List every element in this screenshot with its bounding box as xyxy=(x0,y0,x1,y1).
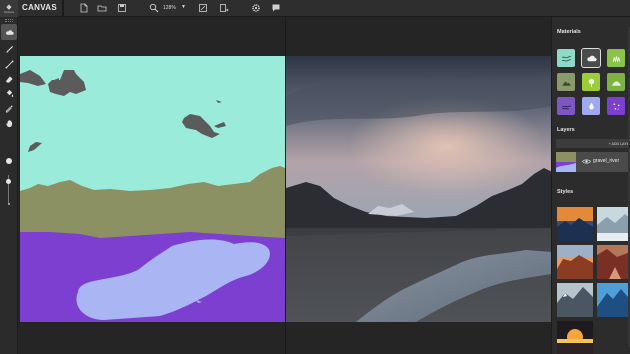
style-thumbnail-sunset-lake[interactable] xyxy=(557,207,593,241)
tool-sidebar xyxy=(0,17,18,354)
brush-min-size-indicator xyxy=(8,203,10,205)
materials-cloud-icon[interactable] xyxy=(1,24,17,40)
pan-hand-icon[interactable] xyxy=(3,117,15,129)
style-thumbnail-desert-rocks[interactable] xyxy=(557,245,593,279)
add-layer-button[interactable]: + ADD LAYE xyxy=(556,139,630,148)
export-icon[interactable] xyxy=(218,2,230,14)
generated-image-canvas xyxy=(286,56,552,322)
hill-icon xyxy=(611,80,621,86)
style-thumbnail-snow-valley[interactable] xyxy=(597,207,630,241)
eraser-icon[interactable] xyxy=(3,73,15,85)
materials-heading: Materials xyxy=(557,29,581,35)
line-icon[interactable] xyxy=(3,58,15,70)
brush-size-indicator xyxy=(6,158,12,164)
style-thumbnail-golden-sun[interactable] xyxy=(557,321,593,354)
cloud-icon xyxy=(586,55,597,61)
fit-to-screen-icon[interactable] xyxy=(197,2,209,14)
layer-item[interactable]: gravel_river xyxy=(556,152,630,172)
style-thumbnail-mist-mountains[interactable] xyxy=(557,283,593,317)
grass-icon xyxy=(612,55,620,62)
style-thumbnail-blue-peaks[interactable] xyxy=(597,283,630,317)
brush-size-slider-knob[interactable] xyxy=(6,179,11,184)
app-logo: ◆ Hintura xyxy=(0,0,18,17)
visibility-eye-icon[interactable] xyxy=(582,158,591,165)
layers-heading: Layers xyxy=(557,127,575,133)
app-window: ◆ Hintura CANVAS 128% ▼ Materials Layers… xyxy=(0,0,630,354)
sparkle-icon xyxy=(613,103,619,110)
material-snow[interactable] xyxy=(607,97,625,115)
material-river[interactable] xyxy=(582,97,600,115)
styles-heading: Styles xyxy=(557,189,574,195)
material-sky[interactable] xyxy=(557,49,575,67)
app-title: CANVAS xyxy=(22,3,57,12)
layer-name[interactable]: gravel_river xyxy=(593,158,619,164)
water-icon xyxy=(561,105,571,109)
material-mountain[interactable] xyxy=(557,73,575,91)
canvas-area xyxy=(19,17,552,354)
top-toolbar: ◆ Hintura CANVAS 128% ▼ xyxy=(0,0,630,17)
style-thumbnail-canyon[interactable] xyxy=(597,245,630,279)
zoom-icon[interactable] xyxy=(148,2,160,14)
logo-text: Hintura xyxy=(4,9,14,14)
settings-icon[interactable] xyxy=(250,2,262,14)
river-icon xyxy=(588,102,594,109)
segmentation-canvas[interactable] xyxy=(20,56,285,322)
material-grass[interactable] xyxy=(607,49,625,67)
fill-bucket-icon[interactable] xyxy=(3,87,15,99)
layer-thumbnail xyxy=(556,152,576,172)
feedback-icon[interactable] xyxy=(270,2,282,14)
sky-icon xyxy=(561,55,571,61)
eyedropper-icon[interactable] xyxy=(3,102,15,114)
tree-icon xyxy=(588,78,594,87)
title-divider xyxy=(62,0,64,17)
material-cloud[interactable] xyxy=(581,48,601,68)
open-folder-icon[interactable] xyxy=(96,2,108,14)
drag-grip-icon[interactable] xyxy=(5,19,13,22)
new-file-icon[interactable] xyxy=(78,2,90,14)
material-hill[interactable] xyxy=(607,73,625,91)
save-icon[interactable] xyxy=(116,2,128,14)
right-panel: Materials Layers + ADD LAYE gravel_river… xyxy=(551,17,630,354)
mountain-icon xyxy=(561,80,571,86)
zoom-level[interactable]: 128% xyxy=(163,5,176,11)
material-water[interactable] xyxy=(557,97,575,115)
brush-icon[interactable] xyxy=(3,43,15,55)
material-tree[interactable] xyxy=(582,73,600,91)
chevron-down-icon[interactable]: ▼ xyxy=(181,4,186,10)
